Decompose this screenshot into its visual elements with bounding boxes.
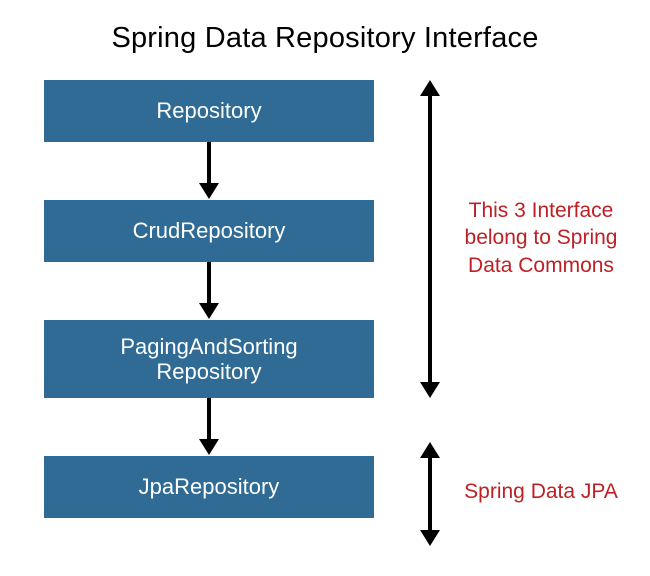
annotation-commons: This 3 Interface belong to Spring Data C… <box>456 197 626 279</box>
annotation-commons-line3: Data Commons <box>468 254 614 277</box>
arrow-down-icon <box>205 262 213 319</box>
box-jpa-repository: JpaRepository <box>44 456 374 518</box>
box-repository: Repository <box>44 80 374 142</box>
box-paging-sorting-repository: PagingAndSorting Repository <box>44 320 374 398</box>
arrow-down-icon <box>205 398 213 455</box>
box-paging-sorting-repository-label: PagingAndSorting Repository <box>120 334 297 385</box>
box-jpa-repository-label: JpaRepository <box>139 474 280 499</box>
paging-line1: PagingAndSorting <box>120 334 297 359</box>
box-repository-label: Repository <box>156 98 261 123</box>
paging-line2: Repository <box>156 359 261 384</box>
box-crud-repository-label: CrudRepository <box>133 218 286 243</box>
arrow-down-icon <box>205 142 213 199</box>
annotation-commons-line2: belong to Spring <box>465 226 618 249</box>
annotation-jpa: Spring Data JPA <box>456 478 626 505</box>
annotation-commons-line1: This 3 Interface <box>469 199 614 222</box>
box-crud-repository: CrudRepository <box>44 200 374 262</box>
diagram-title: Spring Data Repository Interface <box>0 22 650 55</box>
